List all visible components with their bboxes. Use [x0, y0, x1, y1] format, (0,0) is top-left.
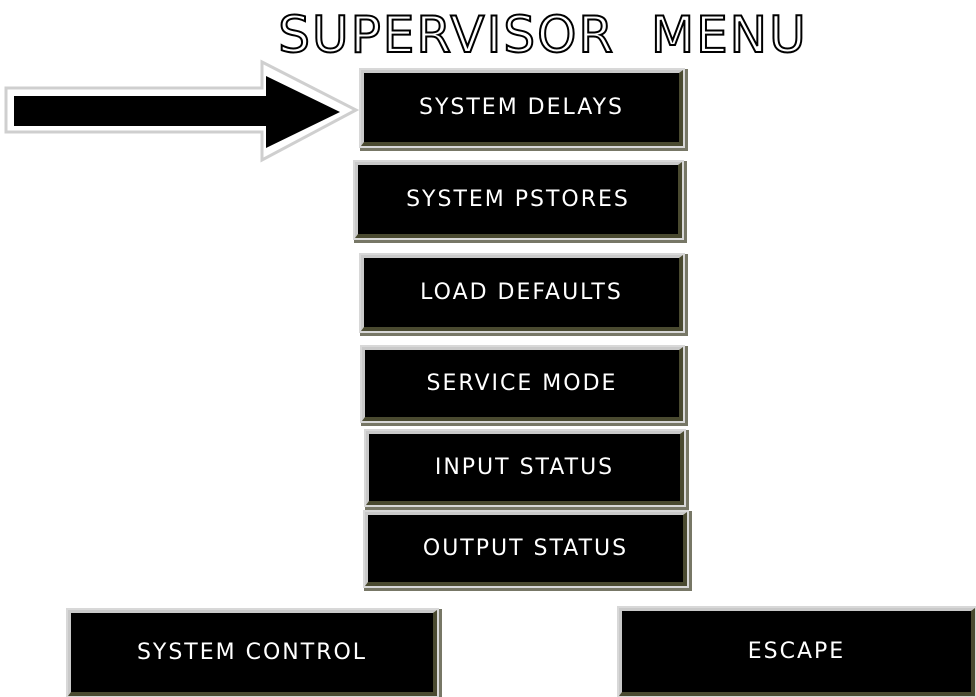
output-status-button[interactable]: OUTPUT STATUS [365, 512, 687, 586]
system-delays-button[interactable]: SYSTEM DELAYS [361, 70, 683, 146]
load-defaults-button[interactable]: LOAD DEFAULTS [361, 255, 683, 331]
system-pstores-button[interactable]: SYSTEM PSTORES [355, 162, 682, 238]
page-title: SUPERVISOR MENU [277, 5, 808, 65]
input-status-button[interactable]: INPUT STATUS [366, 431, 684, 505]
right-arrow-icon [4, 59, 360, 163]
system-control-button[interactable]: SYSTEM CONTROL [68, 610, 437, 696]
service-mode-button[interactable]: SERVICE MODE [362, 347, 683, 421]
escape-button[interactable]: ESCAPE [619, 608, 975, 696]
